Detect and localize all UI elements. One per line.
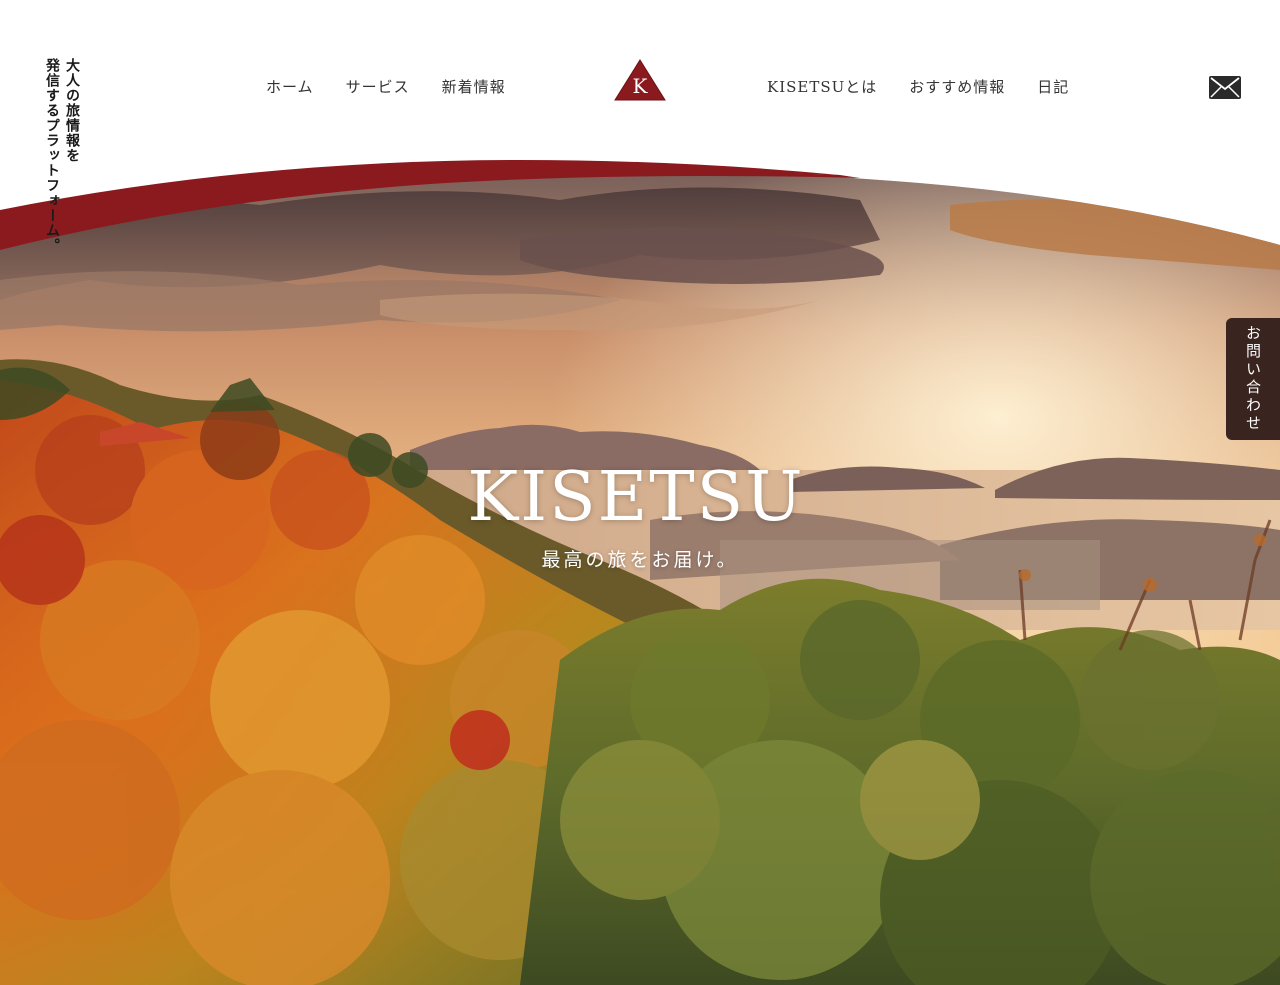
logo-letter: K — [632, 74, 648, 98]
nav-item-recommend[interactable]: おすすめ情報 — [909, 76, 1005, 98]
contact-tab-button[interactable]: お問い合わせ — [1226, 318, 1280, 440]
nav-item-service[interactable]: サービス — [346, 76, 410, 98]
nav-left: ホーム サービス 新着情報 — [266, 76, 538, 98]
nav-item-news[interactable]: 新着情報 — [442, 76, 506, 98]
hero-subtitle: 最高の旅をお届け。 — [541, 549, 739, 571]
contact-tab-label: お問い合わせ — [1244, 325, 1262, 433]
nav-item-about[interactable]: KISETSUとは — [767, 76, 877, 98]
mail-envelope-icon[interactable] — [1208, 75, 1242, 100]
nav-item-home[interactable]: ホーム — [266, 76, 314, 98]
nav-right: KISETSUとは おすすめ情報 日記 — [767, 76, 1101, 98]
page: 大人の旅情報を 発信するプラットフォーム。 ホーム サービス 新着情報 K KI… — [0, 0, 1280, 985]
tagline: 大人の旅情報を 発信するプラットフォーム。 — [44, 58, 80, 253]
nav-item-diary[interactable]: 日記 — [1037, 76, 1069, 98]
hero-title: KISETSU — [467, 458, 805, 537]
logo[interactable]: K — [614, 59, 666, 101]
